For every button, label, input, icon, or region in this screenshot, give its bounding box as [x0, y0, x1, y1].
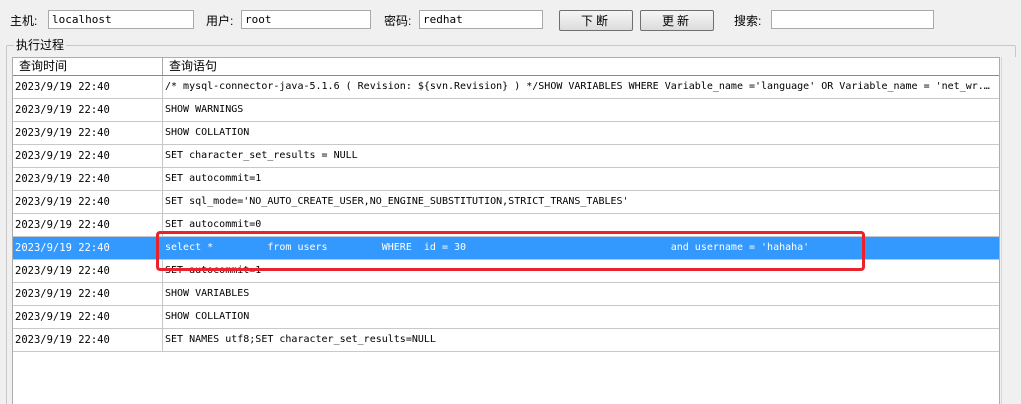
- table-row[interactable]: 2023/9/19 22:40 SET autocommit=1: [13, 260, 999, 283]
- cell-query-time: 2023/9/19 22:40: [13, 76, 163, 98]
- execution-group-label: 执行过程: [14, 37, 67, 53]
- cell-query-time: 2023/9/19 22:40: [13, 122, 163, 144]
- column-header-time[interactable]: 查询时间: [13, 58, 163, 75]
- table-row[interactable]: 2023/9/19 22:40 SHOW COLLATION: [13, 306, 999, 329]
- host-label: 主机:: [10, 14, 38, 28]
- cell-query-time: 2023/9/19 22:40: [13, 191, 163, 213]
- password-input[interactable]: [419, 10, 543, 29]
- app-window: 主机: 用户: 密码: 下断 更新 搜索: 执行过程 查询时间 查询语句 202…: [0, 0, 1021, 404]
- cell-query-time: 2023/9/19 22:40: [13, 145, 163, 167]
- cell-query-time: 2023/9/19 22:40: [13, 168, 163, 190]
- cell-query-sql: SET autocommit=1: [165, 173, 262, 184]
- user-input[interactable]: [241, 10, 371, 29]
- user-label: 用户:: [206, 14, 234, 28]
- search-label: 搜索:: [734, 14, 762, 28]
- table-row[interactable]: 2023/9/19 22:40 SET autocommit=0: [13, 214, 999, 237]
- cell-query-time: 2023/9/19 22:40: [13, 214, 163, 236]
- cell-query-sql: SET autocommit=0: [165, 219, 262, 230]
- refresh-button[interactable]: 更新: [640, 10, 714, 31]
- table-row[interactable]: 2023/9/19 22:40 SET NAMES utf8;SET charac…: [13, 329, 999, 352]
- host-input[interactable]: [48, 10, 194, 29]
- table-row[interactable]: 2023/9/19 22:40/* mysql-connector-java-5…: [13, 76, 999, 99]
- cell-query-sql: SHOW WARNINGS: [165, 104, 244, 115]
- window-edge: [1001, 57, 1021, 404]
- cell-query-sql: SET autocommit=1: [165, 265, 262, 276]
- column-header-sql[interactable]: 查询语句: [163, 58, 999, 75]
- table-row[interactable]: 2023/9/19 22:40 SHOW VARIABLES: [13, 283, 999, 306]
- cell-query-time: 2023/9/19 22:40: [13, 260, 163, 282]
- table-row[interactable]: 2023/9/19 22:40 SHOW WARNINGS: [13, 99, 999, 122]
- stop-button[interactable]: 下断: [559, 10, 633, 31]
- table-row[interactable]: 2023/9/19 22:40 SET character_set_results…: [13, 145, 999, 168]
- cell-query-sql: SHOW COLLATION: [165, 311, 250, 322]
- grid-rows: 2023/9/19 22:40/* mysql-connector-java-5…: [13, 76, 999, 352]
- connection-toolbar: 主机: 用户: 密码: 下断 更新 搜索:: [0, 0, 1021, 36]
- search-input[interactable]: [771, 10, 934, 29]
- table-row[interactable]: 2023/9/19 22:40 SET autocommit=1: [13, 168, 999, 191]
- cell-query-time: 2023/9/19 22:40: [13, 329, 163, 351]
- cell-query-time: 2023/9/19 22:40: [13, 283, 163, 305]
- password-label: 密码:: [384, 14, 412, 28]
- cell-query-sql: SET sql_mode='NO_AUTO_CREATE_USER,NO_ENG…: [165, 196, 629, 207]
- table-row[interactable]: 2023/9/19 22:40 select * from users WHERE…: [13, 237, 999, 260]
- cell-query-sql: SHOW COLLATION: [165, 127, 250, 138]
- query-log-grid[interactable]: 查询时间 查询语句 2023/9/19 22:40/* mysql-connec…: [12, 57, 1000, 404]
- cell-query-time: 2023/9/19 22:40: [13, 99, 163, 121]
- cell-query-time: 2023/9/19 22:40: [13, 306, 163, 328]
- grid-header: 查询时间 查询语句: [13, 58, 999, 76]
- table-row[interactable]: 2023/9/19 22:40 SHOW COLLATION: [13, 122, 999, 145]
- table-row[interactable]: 2023/9/19 22:40 SET sql_mode='NO_AUTO_CRE…: [13, 191, 999, 214]
- cell-query-sql: select * from users WHERE id = 30 and us…: [165, 242, 810, 253]
- cell-query-sql: SHOW VARIABLES: [165, 288, 250, 299]
- cell-query-sql: SET character_set_results = NULL: [165, 150, 358, 161]
- cell-query-time: 2023/9/19 22:40: [13, 237, 163, 259]
- cell-query-sql: /* mysql-connector-java-5.1.6 ( Revision…: [165, 81, 996, 92]
- cell-query-sql: SET NAMES utf8;SET character_set_results…: [165, 334, 436, 345]
